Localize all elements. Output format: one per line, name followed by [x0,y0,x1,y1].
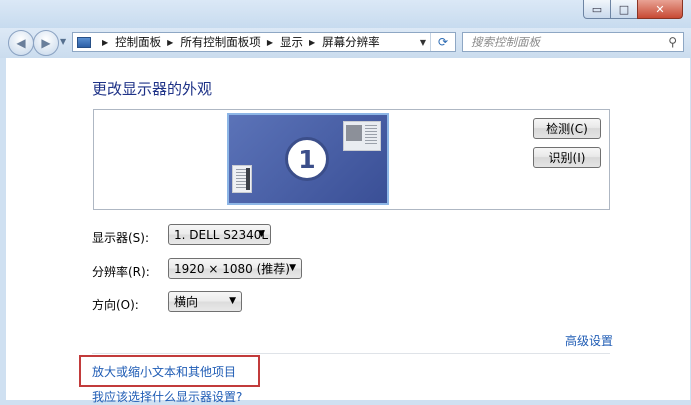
breadcrumb-all-items[interactable]: 所有控制面板项 [180,34,261,50]
monitor-number-badge: 1 [285,137,329,181]
search-placeholder: 搜索控制面板 [471,35,540,49]
close-button[interactable]: ✕ [637,0,683,19]
chevron-right-icon[interactable]: ▶ [167,38,173,47]
breadcrumb-control-panel[interactable]: 控制面板 [115,34,161,50]
breadcrumb-screen-resolution[interactable]: 屏幕分辨率 [322,34,380,50]
resolution-value: 1920 × 1080 (推荐) [174,262,290,276]
navigation-bar: ◀ ▶ ▼ ▶ 控制面板 ▶ 所有控制面板项 ▶ 显示 ▶ 屏幕分辨率 ▼ ⟳ … [0,28,691,58]
address-dropdown-icon[interactable]: ▼ [420,38,426,47]
mini-sidebar-icon [232,165,252,193]
orientation-value: 横向 [174,295,199,309]
which-settings-link[interactable]: 我应该选择什么显示器设置? [92,388,242,405]
content-pane: 更改显示器的外观 1 检测(C) 识别(I) 显示器(S): 1. DELL S… [6,58,690,404]
resolution-select[interactable]: 1920 × 1080 (推荐) ▼ [168,258,302,279]
minimize-button[interactable]: ▭ [583,0,611,19]
maximize-icon: □ [618,2,630,16]
monitor-preview: 1 检测(C) 识别(I) [93,109,610,210]
display-label: 显示器(S): [92,231,150,245]
minimize-icon: ▭ [591,2,603,16]
page-title: 更改显示器的外观 [92,80,213,98]
identify-button[interactable]: 识别(I) [533,147,601,168]
chevron-right-icon[interactable]: ▶ [267,38,273,47]
recent-pages-dropdown-icon[interactable]: ▼ [60,37,66,46]
close-icon: ✕ [655,2,665,16]
breadcrumb-display[interactable]: 显示 [280,34,303,50]
address-bar[interactable]: ▶ 控制面板 ▶ 所有控制面板项 ▶ 显示 ▶ 屏幕分辨率 ▼ ⟳ [72,32,456,52]
advanced-settings-link[interactable]: 高级设置 [565,332,613,349]
control-panel-icon [77,36,91,48]
window-controls: ▭ □ ✕ [583,0,683,19]
forward-arrow-icon: ▶ [41,36,51,50]
chevron-right-icon[interactable]: ▶ [102,38,108,47]
display-select[interactable]: 1. DELL S2340L ▼ [168,224,271,245]
monitor-1-tile[interactable]: 1 [227,113,389,205]
refresh-icon[interactable]: ⟳ [430,33,455,51]
back-button[interactable]: ◀ [8,30,34,56]
highlight-annotation-box [79,355,260,387]
mini-window-icon [343,121,381,151]
orientation-select[interactable]: 横向 ▼ [168,291,242,312]
display-value: 1. DELL S2340L [174,227,269,242]
divider [92,353,610,354]
chevron-down-icon: ▼ [229,296,236,306]
title-bar: ▭ □ ✕ [0,0,691,28]
detect-button[interactable]: 检测(C) [533,118,601,139]
orientation-label: 方向(O): [92,298,139,312]
maximize-button[interactable]: □ [610,0,638,19]
chevron-down-icon: ▼ [258,229,265,239]
back-arrow-icon: ◀ [16,36,26,50]
chevron-right-icon[interactable]: ▶ [309,38,315,47]
resolution-label: 分辨率(R): [92,265,150,279]
chevron-down-icon: ▼ [289,263,296,273]
forward-button[interactable]: ▶ [33,30,59,56]
search-input[interactable]: 搜索控制面板 ⚲ [462,32,684,52]
search-icon[interactable]: ⚲ [668,33,677,51]
